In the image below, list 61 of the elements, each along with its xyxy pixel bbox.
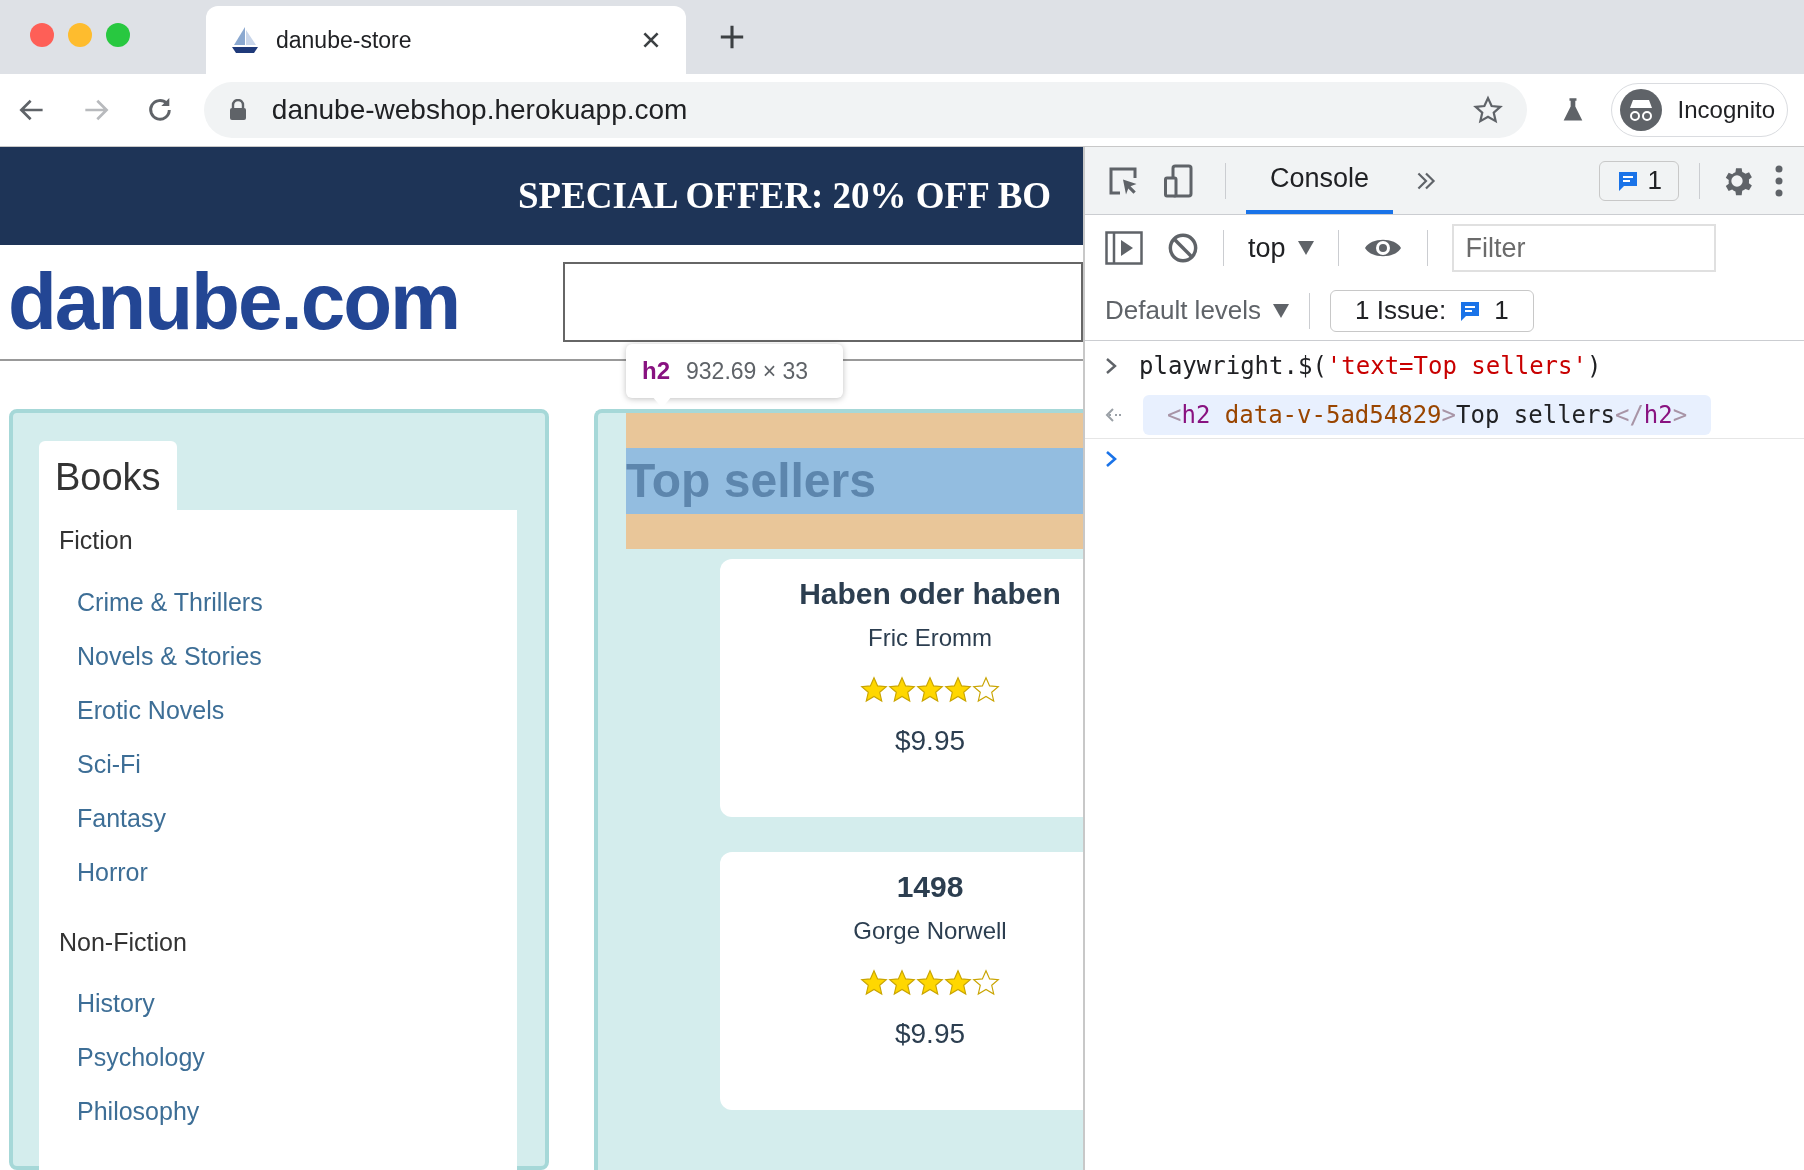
input-chevron-icon bbox=[1105, 357, 1119, 375]
subcategory-link[interactable]: Sci-Fi bbox=[77, 737, 517, 792]
tooltip-tag: h2 bbox=[642, 353, 670, 389]
lock-icon bbox=[227, 99, 248, 121]
issues-count: 1 bbox=[1494, 294, 1509, 327]
sidebar-tab[interactable]: Books bbox=[39, 441, 177, 510]
result-arrow-icon bbox=[1105, 406, 1123, 423]
clear-console-icon[interactable] bbox=[1167, 232, 1199, 264]
star-icon bbox=[888, 676, 916, 704]
star-icon bbox=[888, 969, 916, 997]
address-bar[interactable]: danube-webshop.herokuapp.com bbox=[203, 82, 1527, 138]
new-tab-icon[interactable] bbox=[718, 23, 746, 51]
product-title: Haben oder haben bbox=[799, 576, 1061, 612]
console-result: <h2 data-v-5ad54829>Top sellers</h2> bbox=[1143, 394, 1712, 435]
subcategory-link[interactable]: Erotic Novels bbox=[77, 683, 517, 738]
issues-button[interactable]: 1 Issue: 1 bbox=[1330, 289, 1534, 332]
product-card[interactable]: Haben oder haben Fric Eromm $9.95 bbox=[720, 559, 1083, 817]
subcategory-link[interactable]: Philosophy bbox=[77, 1085, 517, 1139]
product-title: 1498 bbox=[896, 869, 964, 905]
category-heading[interactable]: Fiction bbox=[59, 522, 517, 560]
url-text: danube-webshop.herokuapp.com bbox=[271, 93, 689, 127]
search-field[interactable] bbox=[563, 262, 1083, 342]
star-icon bbox=[860, 969, 888, 997]
boat-logo-icon bbox=[230, 25, 260, 55]
site-logo[interactable]: danube.com bbox=[8, 242, 563, 362]
subcategory-link[interactable]: Horror bbox=[77, 845, 517, 900]
subcategory-link[interactable]: Fantasy bbox=[77, 791, 517, 846]
browser-tab[interactable]: danube-store bbox=[206, 6, 686, 74]
incognito-icon bbox=[1619, 89, 1662, 131]
profile-label: Incognito bbox=[1677, 95, 1775, 125]
context-dropdown[interactable]: top bbox=[1248, 227, 1314, 269]
star-icon bbox=[916, 969, 944, 997]
product-card[interactable]: 1498 Gorge Norwell $9.95 bbox=[720, 852, 1083, 1110]
product-author: Fric Eromm bbox=[868, 623, 992, 653]
star-outline-icon[interactable] bbox=[1472, 95, 1503, 125]
more-options-icon[interactable] bbox=[1774, 163, 1784, 198]
star-icon bbox=[916, 676, 944, 704]
tab-title: danube-store bbox=[276, 25, 413, 55]
levels-dropdown[interactable]: Default levels bbox=[1105, 291, 1290, 330]
messages-badge[interactable]: 1 bbox=[1598, 160, 1679, 201]
issues-label: 1 Issue: bbox=[1355, 294, 1447, 327]
subcategory-link[interactable]: History bbox=[77, 977, 517, 1031]
star-icon bbox=[860, 676, 888, 704]
subcategory-link[interactable]: Crime & Thrillers bbox=[77, 575, 517, 630]
product-price: $9.95 bbox=[894, 724, 966, 758]
sidebar-toggle-icon[interactable] bbox=[1105, 231, 1143, 265]
star-icon bbox=[944, 969, 972, 997]
dropdown-caret-icon bbox=[1297, 241, 1314, 255]
product-price: $9.95 bbox=[894, 1017, 966, 1051]
dropdown-caret-icon bbox=[1273, 303, 1290, 318]
star-icon bbox=[944, 676, 972, 704]
product-author: Gorge Norwell bbox=[853, 916, 1007, 946]
devtools-tab[interactable]: Console bbox=[1246, 147, 1394, 214]
prompt-chevron-icon[interactable] bbox=[1105, 450, 1119, 468]
subcategory-link[interactable]: Novels & Stories bbox=[77, 629, 517, 684]
category-heading[interactable]: Non-Fiction bbox=[59, 923, 517, 961]
banner-text: SPECIAL OFFER: 20% OFF BO bbox=[518, 174, 1052, 219]
console-command: playwright.$('text=Top sellers') bbox=[1139, 351, 1602, 382]
filter-field[interactable]: Filter bbox=[1451, 224, 1716, 272]
subcategory-link[interactable]: Psychology bbox=[77, 1031, 517, 1085]
tooltip-size: 932.69 × 33 bbox=[686, 356, 809, 386]
